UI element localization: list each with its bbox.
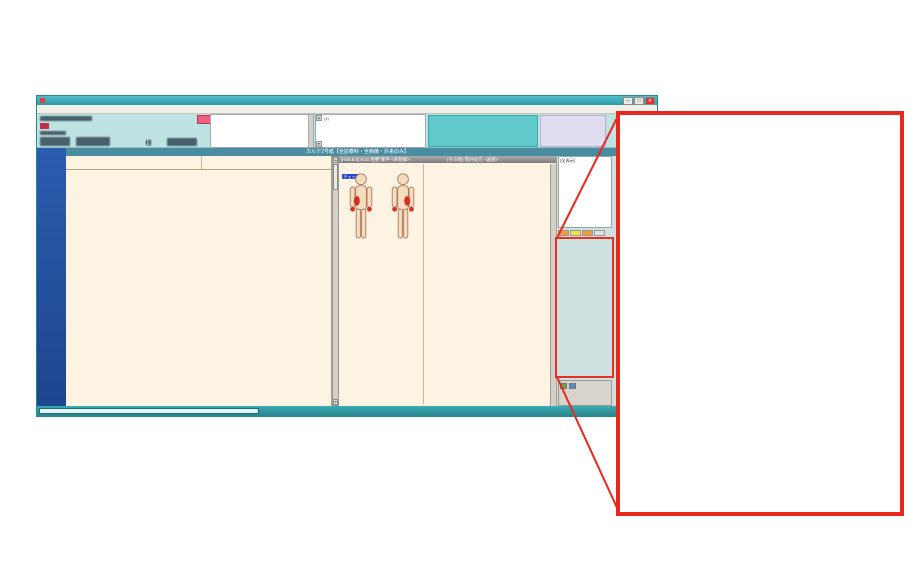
body-diagrams — [343, 172, 421, 256]
patient-name-redacted — [76, 137, 110, 146]
patient-name-suffix: 様 — [145, 138, 152, 148]
karte-title-bar: カルテ2号紙【全診療科・全病棟・外来のみ】 — [66, 148, 649, 156]
shortcut-panel-zoomed — [616, 111, 904, 516]
info-panel-teal — [428, 115, 538, 147]
minimize-button[interactable]: ─ — [623, 97, 633, 105]
chip-yellow[interactable] — [570, 230, 581, 236]
status-field — [39, 408, 259, 414]
patient-meta-redacted — [167, 138, 197, 146]
scroll-down-icon[interactable]: ▼ — [333, 399, 338, 405]
patient-header: 様 ▲ ▼ (1) — [37, 114, 657, 148]
menu-bar — [37, 105, 657, 114]
patient-flag-icon — [40, 123, 49, 129]
entry-header: [H25.5.6] 9:21 佐野 隆平 <未登録> (その他) 院外処方 <国… — [339, 156, 556, 163]
scroll-up-icon[interactable]: ▲ — [316, 115, 322, 121]
karte-current-pane: [H25.5.6] 9:21 佐野 隆平 <未登録> (その他) 院外処方 <国… — [339, 156, 557, 406]
visit-date-tree: (全表示) — [558, 156, 612, 228]
chip-gray[interactable] — [594, 230, 605, 236]
scroll-down-icon[interactable]: ▼ — [316, 141, 322, 147]
patient-kana-redacted — [40, 131, 66, 135]
window-titlebar: ─ □ ✕ — [37, 96, 657, 105]
app-icon — [40, 98, 45, 103]
right-column: (全表示) — [558, 156, 614, 406]
close-button[interactable]: ✕ — [645, 97, 655, 105]
tree-header: (全表示) — [560, 158, 610, 164]
right-pane-scrollbar[interactable] — [550, 164, 556, 406]
stamp-icon[interactable] — [560, 383, 567, 389]
memo-box: ▲ ▼ (1) — [315, 114, 426, 148]
body-back-figure[interactable] — [385, 172, 421, 256]
karte-history-pane — [66, 156, 332, 406]
summary-row — [66, 156, 331, 170]
main-content: カルテ2号紙【全診療科・全病棟・外来のみ】 ▲ ▼ [H25.5.6] 9:21… — [37, 148, 657, 406]
emr-app-window: ─ □ ✕ 様 ▲ ▼ (1) カルテ2号紙【全診療科・全病棟・外来のみ】 — [36, 95, 658, 417]
maximize-button[interactable]: □ — [634, 97, 644, 105]
history-scrollbar[interactable] — [308, 115, 313, 147]
do-panel — [558, 380, 612, 406]
chip-orange[interactable] — [582, 230, 593, 236]
body-front-figure[interactable] — [343, 172, 379, 256]
chip-orange[interactable] — [558, 230, 569, 236]
diagnosis-history-list — [210, 114, 314, 148]
function-sidebar — [37, 148, 66, 406]
info-panel-lavender — [540, 115, 606, 147]
category-chips — [558, 230, 605, 236]
scroll-up-icon[interactable]: ▲ — [333, 157, 338, 163]
folder-icon[interactable] — [569, 383, 576, 389]
left-pane-scrollbar[interactable]: ▲ ▼ — [332, 156, 339, 406]
memo-count-label: (1) — [324, 116, 329, 121]
patient-name-redacted — [40, 137, 70, 146]
scroll-thumb[interactable] — [333, 164, 338, 190]
status-bar — [37, 406, 657, 416]
patient-id-redacted — [40, 116, 92, 121]
